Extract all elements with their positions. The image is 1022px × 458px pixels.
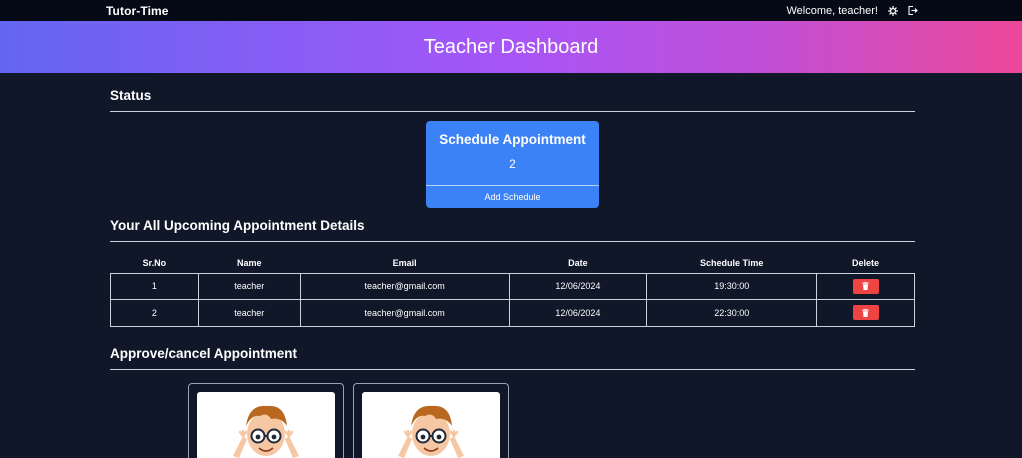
cell-time: 22:30:00	[646, 299, 818, 327]
add-schedule-link[interactable]: Add Schedule	[426, 186, 599, 208]
column-header: Email	[392, 257, 417, 268]
logout-icon[interactable]	[907, 5, 918, 16]
card-title: Schedule Appointment	[439, 132, 586, 147]
upcoming-heading: Your All Upcoming Appointment Details	[110, 218, 365, 233]
cell-time: 19:30:00	[646, 272, 818, 300]
schedule-appointment-card: Schedule Appointment 2 Add Schedule	[426, 121, 599, 208]
appointment-request-card	[188, 383, 344, 458]
top-navbar: Tutor-Time Welcome, teacher!	[0, 0, 1022, 21]
dashboard-banner: Teacher Dashboard	[0, 21, 1022, 73]
upcoming-divider	[110, 241, 915, 242]
page-title: Teacher Dashboard	[423, 35, 599, 58]
student-avatar-image	[197, 392, 335, 458]
appointment-request-card	[353, 383, 509, 458]
cell-date: 12/06/2024	[508, 299, 648, 327]
column-header: Date	[568, 257, 588, 268]
delete-button[interactable]	[852, 278, 879, 294]
cell-name: teacher	[197, 272, 301, 300]
approve-heading: Approve/cancel Appointment	[110, 346, 298, 361]
appointment-count: 2	[509, 157, 516, 171]
column-header: Name	[237, 257, 262, 268]
table-row: 1 teacher teacher@gmail.com 12/06/2024 1…	[110, 272, 915, 300]
cell-delete	[816, 272, 915, 300]
appointments-table: Sr.No Name Email Date Schedule Time Dele…	[110, 253, 915, 327]
cell-sr-no: 1	[110, 272, 199, 300]
table-row: 2 teacher teacher@gmail.com 12/06/2024 2…	[110, 299, 915, 327]
cell-email: teacher@gmail.com	[299, 299, 510, 327]
welcome-text: Welcome, teacher!	[786, 4, 878, 17]
trash-icon	[862, 282, 869, 291]
navbar-right: Welcome, teacher!	[786, 5, 918, 17]
table-header-row: Sr.No Name Email Date Schedule Time Dele…	[111, 253, 915, 273]
delete-button[interactable]	[852, 305, 879, 321]
cell-delete	[816, 299, 915, 327]
approve-divider	[110, 369, 915, 370]
column-header: Delete	[852, 257, 880, 268]
brand-logo-text[interactable]: Tutor-Time	[106, 4, 169, 18]
status-divider	[110, 111, 915, 112]
cell-date: 12/06/2024	[508, 272, 648, 300]
settings-icon[interactable]	[887, 5, 898, 16]
cell-email: teacher@gmail.com	[299, 272, 510, 300]
trash-icon	[862, 308, 869, 317]
column-header: Schedule Time	[700, 257, 764, 268]
student-avatar-image	[362, 392, 500, 458]
status-heading: Status	[110, 88, 152, 103]
cell-sr-no: 2	[110, 299, 199, 327]
cell-name: teacher	[197, 299, 301, 327]
column-header: Sr.No	[142, 257, 167, 268]
